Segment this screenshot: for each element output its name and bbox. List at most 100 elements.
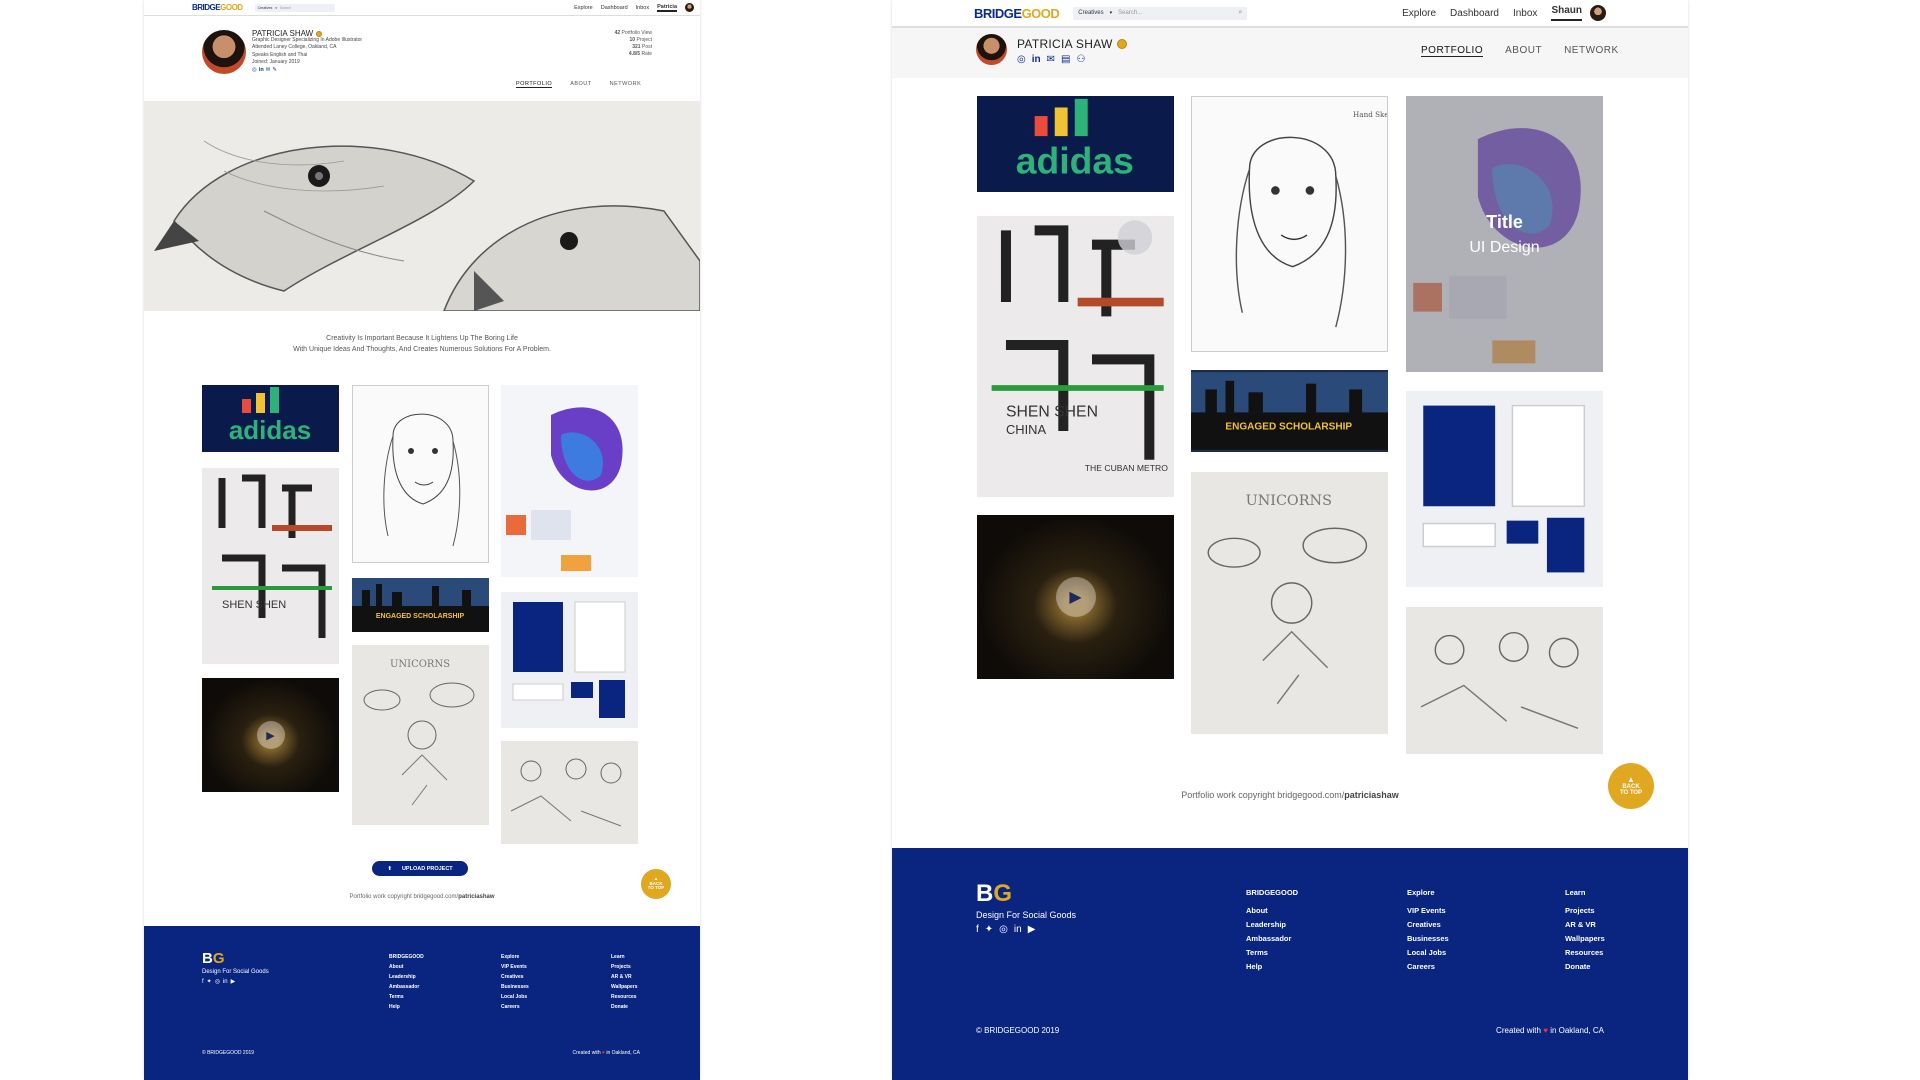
project-tile-chess[interactable]: SHEN SHEN CHINA THE CUBAN METRO [977, 216, 1174, 497]
copyright-line: Portfolio work copyright bridgegood.com/… [1181, 790, 1399, 800]
nav-user[interactable]: Patricia [657, 4, 677, 12]
bg-logo[interactable]: BG [202, 950, 225, 967]
linkedin-icon[interactable]: in [1032, 54, 1041, 65]
left-page-mockup: BRIDGEGOOD Creatives ▾ Search Explore Da… [144, 0, 700, 1080]
facebook-icon[interactable]: f [976, 924, 979, 935]
bg-logo[interactable]: BG [976, 880, 1012, 908]
nav-explore[interactable]: Explore [574, 5, 593, 11]
nav-inbox[interactable]: Inbox [1513, 8, 1537, 19]
instagram-icon[interactable]: ◎ [252, 67, 257, 74]
profile-header-bar: PATRICIA SHAW ◎ in ✉ ▤ ⚇ PORTFOLIO ABOUT… [892, 28, 1688, 78]
search-input[interactable]: Search... [1118, 10, 1238, 16]
search-category[interactable]: Creatives [1078, 10, 1103, 16]
project-tile-video[interactable]: ▶ [977, 515, 1174, 679]
nav-inbox[interactable]: Inbox [636, 5, 649, 11]
pencil-text: UNICORNS [390, 659, 450, 670]
project-tile-branding[interactable] [501, 592, 638, 728]
footer-col-bridgegood: BRIDGEGOOD About Leadership Ambassador T… [1246, 888, 1299, 971]
profile-tabs: PORTFOLIO ABOUT NETWORK [516, 81, 641, 88]
project-tile-engaged-scholarship[interactable]: ENGAGED SCHOLARSHIP [1191, 370, 1388, 452]
search-icon[interactable]: ⌕ [1238, 9, 1242, 17]
instagram-icon[interactable]: ◎ [1017, 54, 1026, 65]
project-tile-pencil-sketch[interactable]: UNICORNS [1191, 472, 1388, 734]
chess-text: SHEN SHEN [222, 599, 286, 611]
project-tile-engaged-scholarship[interactable]: ENGAGED SCHOLARSHIP [352, 578, 489, 632]
facebook-icon[interactable]: f [202, 979, 204, 985]
project-tile-video[interactable]: ▶ [202, 678, 339, 792]
chevron-down-icon: ▾ [275, 5, 277, 10]
email-icon[interactable]: ✉ [1047, 54, 1055, 65]
project-tile-ui-design-hover[interactable]: Title UI Design [1406, 96, 1603, 372]
tab-network[interactable]: NETWORK [1564, 45, 1619, 57]
footer-copyright: © BRIDGEGOOD 2019 [202, 1050, 255, 1056]
email-icon[interactable]: ✉ [266, 67, 271, 74]
profile-name: PATRICIA SHAW [1017, 37, 1113, 51]
right-page-mockup: BRIDGEGOOD Creatives ▾ Search... ⌕ Explo… [892, 0, 1688, 1080]
hover-overlay: Title UI Design [1406, 96, 1603, 372]
linkedin-icon[interactable]: in [1014, 924, 1022, 935]
footer-col-explore: Explore VIP Events Creatives Businesses … [501, 954, 529, 1010]
tab-about[interactable]: ABOUT [570, 81, 591, 88]
project-tile-portrait-sketch[interactable] [352, 385, 489, 563]
pencil-text: UNICORNS [1246, 493, 1332, 509]
play-icon[interactable]: ▶ [256, 721, 285, 749]
chess-text: SHEN SHEN [1006, 404, 1098, 421]
project-tile-character-sketch[interactable] [1406, 607, 1603, 754]
project-tile-portrait-sketch[interactable]: Hand Sketch [1191, 96, 1388, 352]
project-tile-chess[interactable]: SHEN SHEN [202, 468, 339, 664]
bridgegood-logo[interactable]: BRIDGEGOOD [974, 6, 1060, 21]
stat-rate: 4.8/5 Rate [628, 51, 652, 57]
avatar[interactable] [685, 3, 694, 12]
project-tile-ui-design[interactable] [501, 385, 638, 577]
nav-dashboard[interactable]: Dashboard [601, 5, 628, 11]
project-tile-adidas[interactable]: adidas [977, 96, 1174, 192]
copyright-line: Portfolio work copyright bridgegood.com/… [349, 894, 495, 900]
top-nav: BRIDGEGOOD Creatives ▾ Search... ⌕ Explo… [892, 0, 1688, 28]
tab-network[interactable]: NETWORK [610, 81, 642, 88]
project-tile-adidas[interactable]: adidas [202, 385, 339, 452]
footer: BG Design For Social Goods f ✦ ◎ in ▶ BR… [144, 926, 700, 1080]
project-tile-branding[interactable] [1406, 391, 1603, 587]
search-bar[interactable]: Creatives ▾ Search... ⌕ [1073, 6, 1248, 20]
search-bar[interactable]: Creatives ▾ Search [254, 3, 335, 12]
hover-subtitle: UI Design [1469, 238, 1540, 256]
footer-copyright: © BRIDGEGOOD 2019 [976, 1026, 1060, 1035]
tab-portfolio[interactable]: PORTFOLIO [1421, 45, 1484, 57]
youtube-icon[interactable]: ▶ [1028, 924, 1036, 935]
twitter-icon[interactable]: ✦ [985, 924, 993, 935]
avatar[interactable] [1590, 5, 1606, 21]
instagram-icon[interactable]: ◎ [215, 978, 220, 985]
linkedin-icon[interactable]: in [223, 979, 228, 985]
upload-project-button[interactable]: ⬆ UPLOAD PROJECT [372, 861, 468, 876]
bridgegood-logo[interactable]: BRIDGEGOOD [192, 3, 243, 12]
nav-explore[interactable]: Explore [1402, 8, 1436, 19]
nav-dashboard[interactable]: Dashboard [1450, 8, 1499, 19]
play-icon[interactable]: ▶ [1055, 577, 1096, 617]
back-to-top-button[interactable]: ▲ BACK TO TOP [1608, 763, 1654, 809]
project-tile-pencil-sketch[interactable]: UNICORNS [352, 645, 489, 825]
youtube-icon[interactable]: ▶ [231, 978, 236, 985]
user-add-icon[interactable]: ⚇ [1076, 54, 1085, 65]
tab-portfolio[interactable]: PORTFOLIO [516, 81, 553, 88]
edit-icon[interactable]: ✎ [272, 67, 277, 74]
tab-about[interactable]: ABOUT [1505, 45, 1542, 57]
profile-tabs: PORTFOLIO ABOUT NETWORK [1421, 45, 1619, 57]
verified-badge-icon [316, 30, 323, 37]
profile-avatar [976, 34, 1007, 65]
banner-text: ENGAGED SCHOLARSHIP [376, 613, 465, 620]
twitter-icon[interactable]: ✦ [207, 978, 212, 985]
heart-icon: ♥ [602, 1050, 605, 1056]
bio-line: Attended Laney College, Oakland, CA [252, 44, 337, 51]
linkedin-icon[interactable]: in [259, 67, 264, 74]
search-input[interactable]: Search [280, 6, 332, 10]
banner-text: ENGAGED SCHOLARSHIP [1225, 422, 1352, 433]
message-icon[interactable]: ▤ [1061, 54, 1070, 65]
arrow-up-icon: ▲ [1627, 774, 1635, 784]
project-tile-character-sketch[interactable] [501, 741, 638, 844]
search-category[interactable]: Creatives [258, 6, 273, 10]
bio-line: Speaks English and Thai [252, 51, 308, 58]
instagram-icon[interactable]: ◎ [999, 924, 1008, 935]
bio-line: Joined: January 2019 [252, 58, 300, 65]
nav-user[interactable]: Shaun [1551, 5, 1582, 21]
footer-tagline: Design For Social Goods [202, 969, 269, 975]
